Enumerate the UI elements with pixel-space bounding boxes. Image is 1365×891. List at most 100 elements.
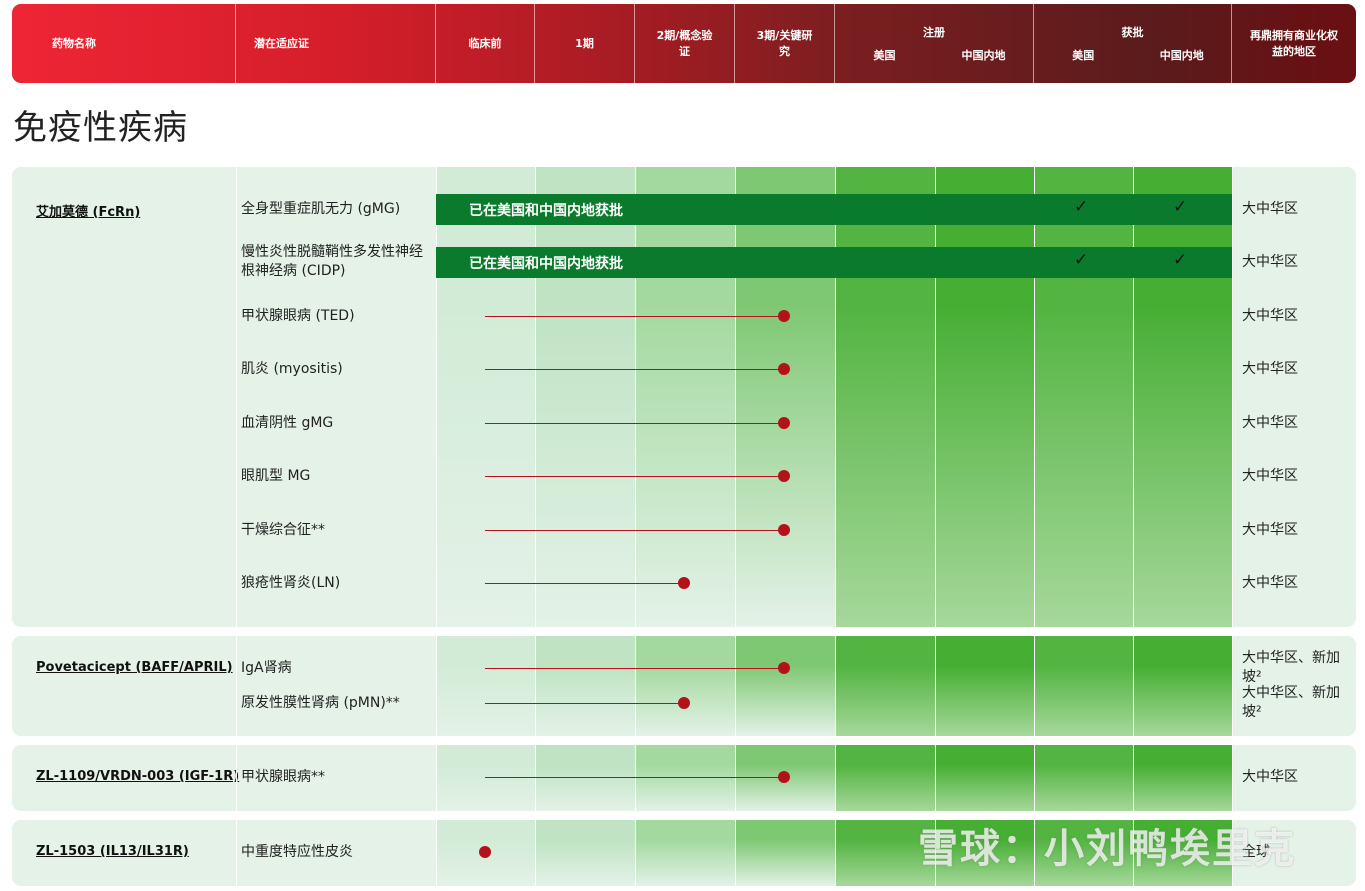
stage-column (436, 636, 535, 736)
column-divider (935, 167, 936, 627)
column-divider (236, 167, 237, 627)
progress-line (485, 703, 684, 704)
stage-column (935, 745, 1034, 811)
progress-dot (479, 846, 491, 858)
progress-dot (778, 363, 790, 375)
region-label: 大中华区、新加坡² (1242, 685, 1340, 720)
drug-name[interactable]: ZL-1109/VRDN-003 (IGF-1R) (36, 769, 239, 784)
stage-column (436, 167, 535, 627)
region-label: 大中华区 (1242, 768, 1298, 785)
progress-dot (678, 577, 690, 589)
stage-column (735, 636, 835, 736)
stage-column (535, 820, 635, 886)
header-preclinical: 临床前 (436, 4, 535, 83)
stage-column (635, 636, 735, 736)
section-title: 免疫性疾病 (13, 108, 188, 148)
stage-column (735, 820, 835, 886)
column-divider (835, 167, 836, 627)
column-divider (935, 636, 936, 736)
drug-name[interactable]: ZL-1503 (IL13/IL31R) (36, 844, 189, 859)
progress-line (485, 476, 784, 477)
header-registration-cn: 中国内地 (961, 49, 1006, 62)
column-divider (236, 820, 237, 886)
approval-cn-check-icon: ✓ (1173, 250, 1188, 270)
column-divider (1232, 167, 1233, 627)
progress-dot (778, 417, 790, 429)
column-divider (735, 167, 736, 627)
column-divider (236, 745, 237, 811)
stage-column (1034, 636, 1133, 736)
indication-label: 肌炎 (myositis) (241, 360, 343, 377)
indication-label: 眼肌型 MG (241, 467, 311, 484)
column-divider (835, 745, 836, 811)
header-registration-label: 注册 (923, 26, 945, 39)
column-divider (635, 745, 636, 811)
header-rights: 再鼎拥有商业化权益的地区 (1250, 28, 1338, 58)
stage-column (535, 636, 635, 736)
column-divider (1034, 636, 1035, 736)
progress-line (485, 423, 784, 424)
approved-bar: 已在美国和中国内地获批 (436, 194, 1232, 225)
column-divider (735, 745, 736, 811)
header-approval-us: 美国 (1072, 49, 1095, 62)
approval-us-check-icon: ✓ (1074, 250, 1089, 270)
indication-label: 全身型重症肌无力 (gMG) (241, 200, 401, 217)
stage-column (1034, 167, 1133, 627)
pipeline-header: 药物名称 潜在适应证 临床前 1期 2期/概念验证 3期/关键研究 注册 美国 … (12, 4, 1356, 83)
stage-column (635, 820, 735, 886)
indication-label: 狼疮性肾炎(LN) (241, 574, 341, 591)
drug-panel-povetacicept: Povetacicept (BAFF/APRIL) IgA肾病大中华区、新加坡²… (12, 636, 1356, 736)
region-label: 大中华区 (1242, 574, 1298, 591)
progress-line (485, 668, 784, 669)
stage-column (735, 167, 835, 627)
header-phase1: 1期 (535, 4, 635, 83)
indication-label: 甲状腺眼病** (241, 768, 325, 785)
column-divider (835, 820, 836, 886)
indication-label: 血清阴性 gMG (241, 414, 334, 431)
indication-label: 原发性膜性肾病 (pMN)** (241, 694, 400, 711)
column-divider (635, 167, 636, 627)
header-drug-name: 药物名称 (12, 4, 236, 83)
indication-label: IgA肾病 (241, 659, 292, 676)
header-indication: 潜在适应证 (236, 4, 436, 83)
column-divider (1133, 745, 1134, 811)
stage-column (1133, 167, 1232, 627)
drug-name[interactable]: Povetacicept (BAFF/APRIL) (36, 660, 233, 675)
progress-dot (778, 771, 790, 783)
column-divider (535, 745, 536, 811)
column-divider (1232, 745, 1233, 811)
stage-column (935, 167, 1034, 627)
column-divider (1133, 636, 1134, 736)
indication-label: 甲状腺眼病 (TED) (241, 307, 355, 324)
region-label: 大中华区 (1242, 307, 1298, 324)
stage-column (535, 745, 635, 811)
stage-column (835, 745, 935, 811)
column-divider (236, 636, 237, 736)
progress-dot (778, 524, 790, 536)
progress-line (485, 583, 684, 584)
drug-name[interactable]: 艾加莫德 (FcRn) (36, 201, 140, 220)
indication-label: 慢性炎性脱髓鞘性多发性神经根神经病 (CIDP) (241, 244, 423, 279)
column-divider (1232, 636, 1233, 736)
stage-column (635, 745, 735, 811)
region-label: 大中华区 (1242, 360, 1298, 377)
column-divider (1133, 167, 1134, 627)
region-label: 大中华区 (1242, 521, 1298, 538)
column-divider (535, 636, 536, 736)
column-divider (635, 820, 636, 886)
region-label: 大中华区 (1242, 414, 1298, 431)
column-divider (535, 167, 536, 627)
stage-column (1133, 745, 1232, 811)
progress-line (485, 369, 784, 370)
header-registration: 注册 美国 中国内地 (835, 4, 1034, 83)
region-label: 大中华区 (1242, 200, 1298, 217)
watermark: 雪球：小刘鸭埃里克 (918, 826, 1296, 872)
header-approval-cn: 中国内地 (1159, 49, 1204, 62)
column-divider (935, 745, 936, 811)
column-divider (635, 636, 636, 736)
header-approval-label: 获批 (1121, 26, 1144, 39)
approved-bar: 已在美国和中国内地获批 (436, 247, 1232, 278)
indication-label: 干燥综合征** (241, 521, 325, 538)
progress-dot (778, 662, 790, 674)
approval-cn-check-icon: ✓ (1173, 197, 1188, 217)
